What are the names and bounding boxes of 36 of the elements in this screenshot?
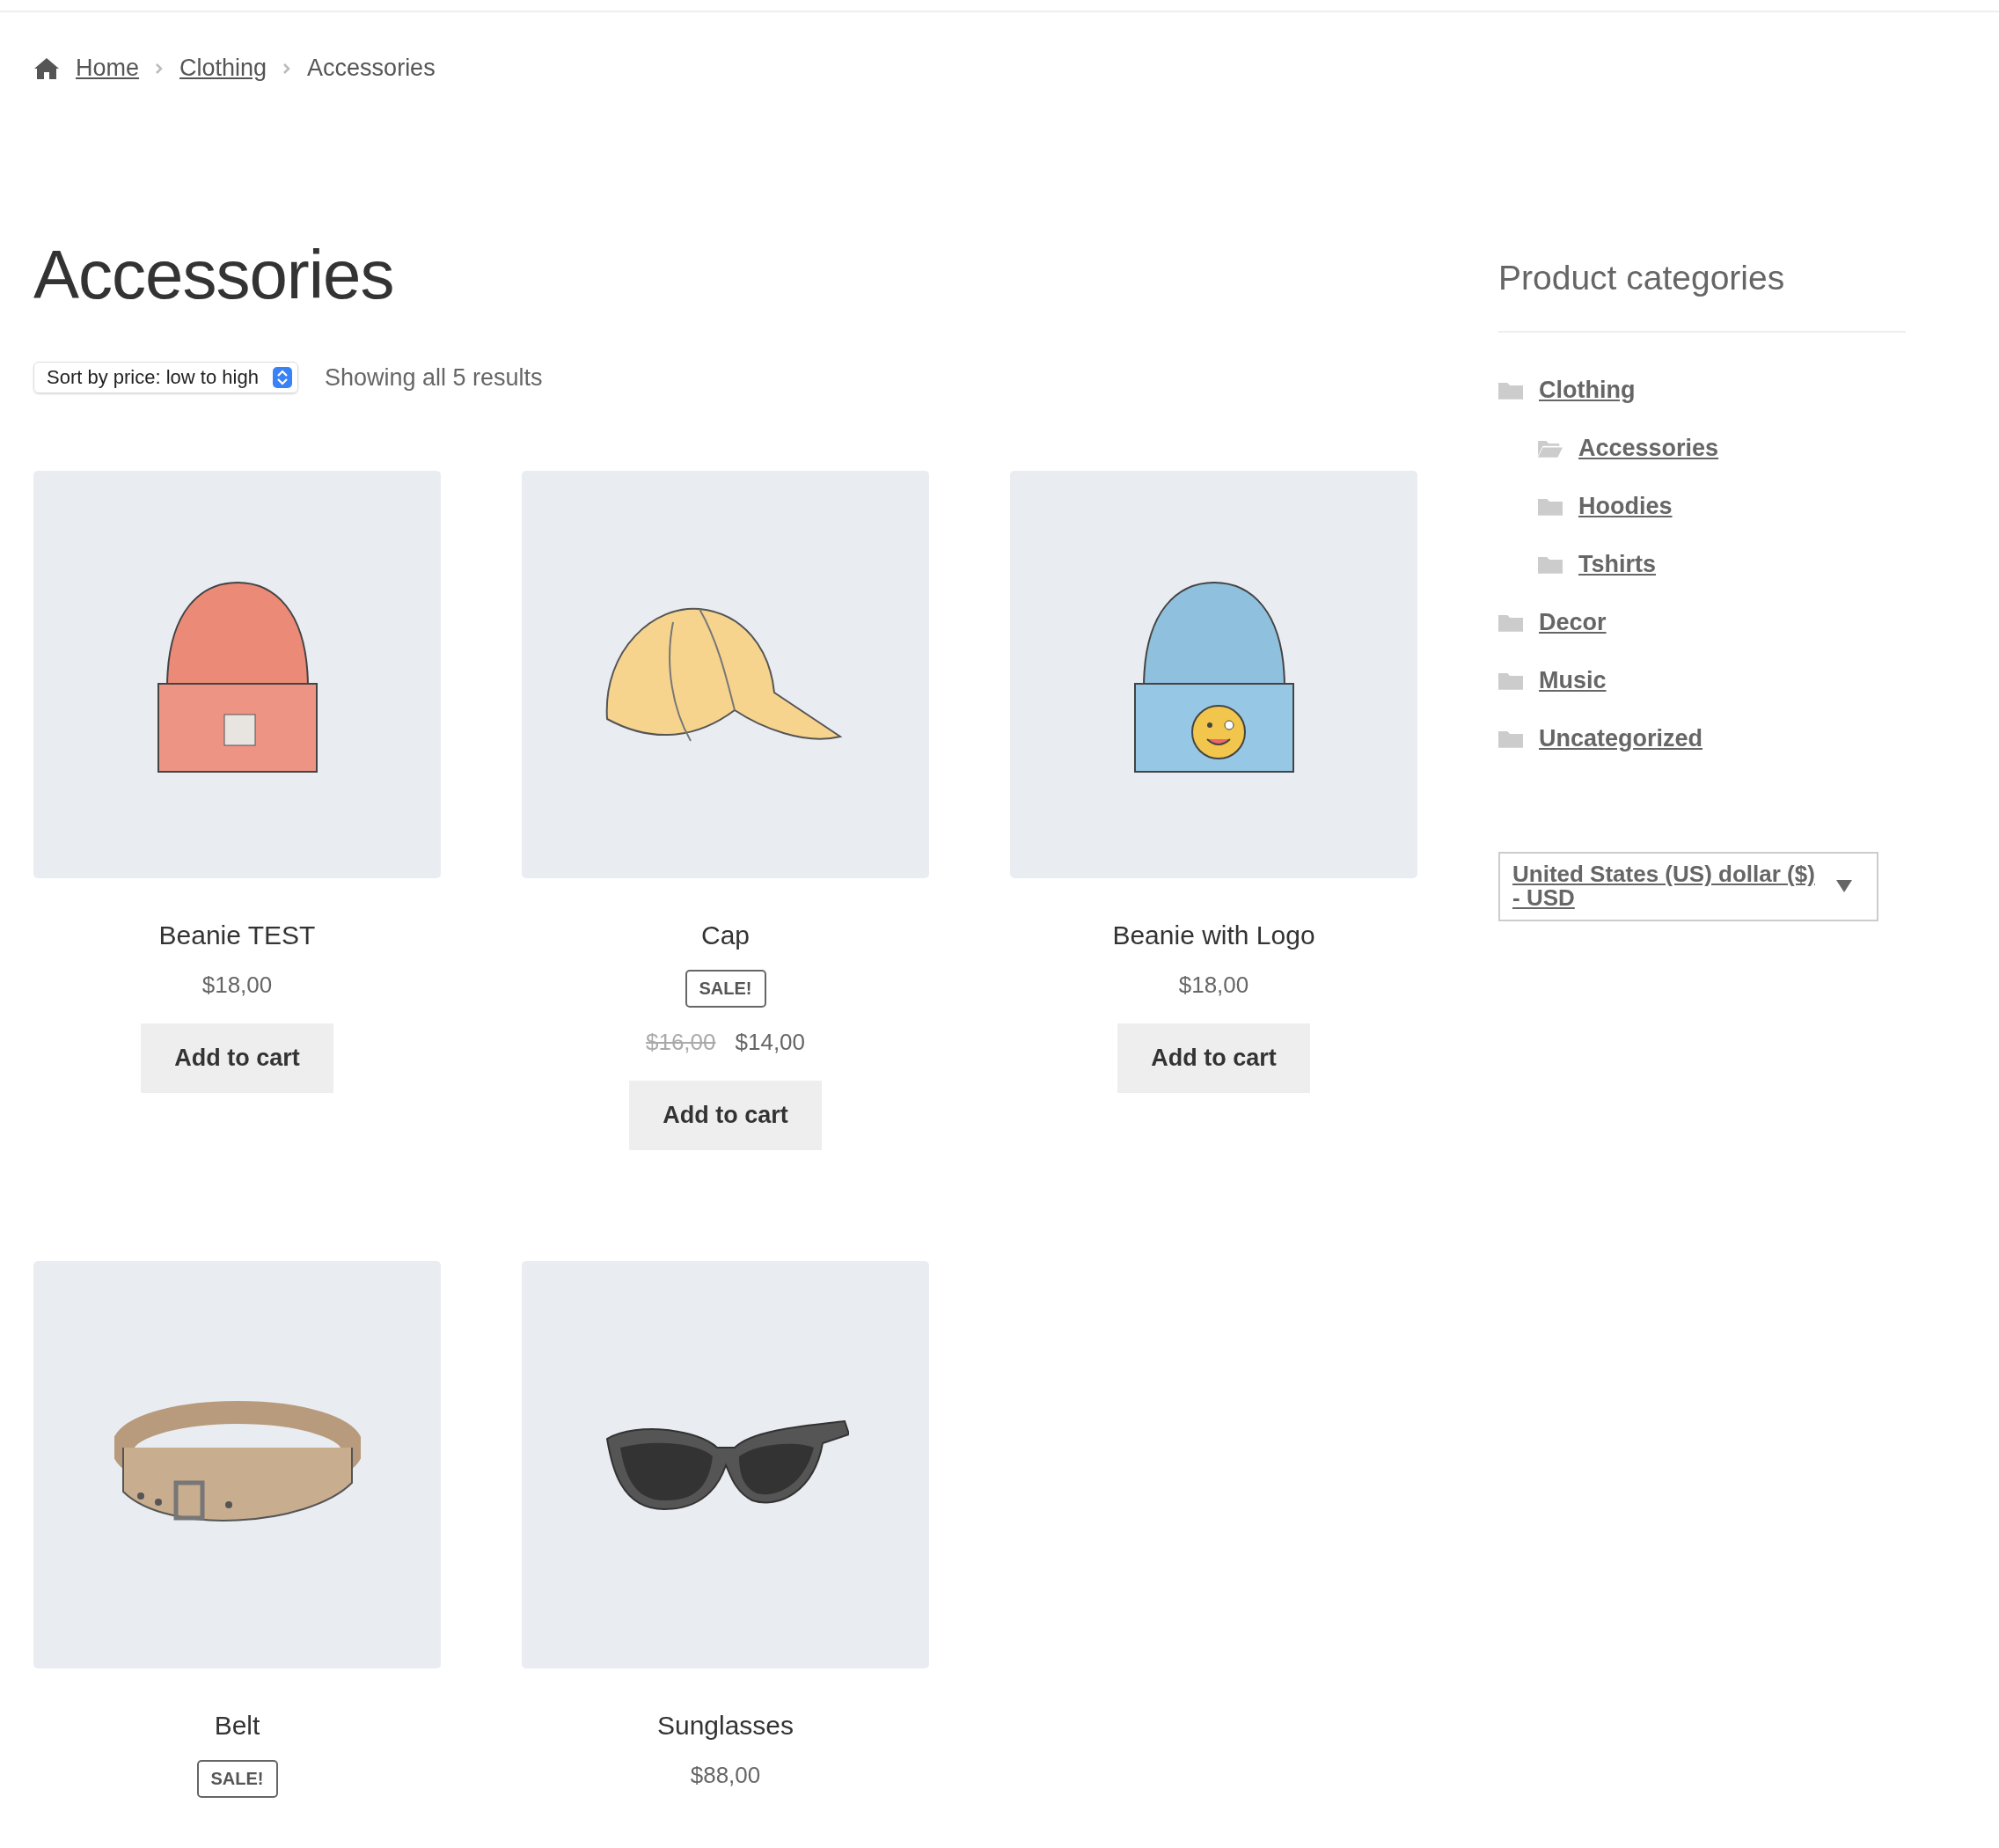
- price: $88,00: [690, 1762, 761, 1789]
- price: $18,00: [201, 972, 273, 999]
- add-to-cart-button[interactable]: Add to cart: [629, 1081, 822, 1150]
- price: $18,00: [1178, 972, 1249, 999]
- category-link[interactable]: Decor: [1539, 608, 1607, 636]
- currency-dropdown[interactable]: United States (US) dollar ($) - USD: [1498, 852, 1878, 921]
- price: $14,00: [735, 1029, 806, 1056]
- product-name[interactable]: Belt: [214, 1711, 260, 1741]
- stepper-icon: [272, 367, 292, 388]
- dropdown-arrow-icon: [1836, 880, 1852, 893]
- sale-badge: SALE!: [685, 970, 766, 1008]
- chevron-icon: [155, 62, 165, 75]
- add-to-cart-button[interactable]: Add to cart: [1117, 1023, 1310, 1093]
- product-name[interactable]: Beanie with Logo: [1112, 920, 1315, 950]
- sidebar-title: Product categories: [1498, 259, 1786, 297]
- page-title: Accessories: [33, 240, 395, 309]
- product-name[interactable]: Sunglasses: [656, 1711, 794, 1741]
- breadcrumb-link[interactable]: Home: [76, 55, 140, 82]
- home-icon: [33, 56, 60, 80]
- add-to-cart-button[interactable]: Add to cart: [141, 1023, 333, 1093]
- breadcrumb-current: Accessories: [307, 55, 436, 82]
- result-count: Showing all 5 results: [324, 363, 543, 392]
- product-name[interactable]: Beanie TEST: [158, 920, 316, 950]
- category-link[interactable]: Clothing: [1539, 376, 1636, 404]
- category-link[interactable]: Music: [1539, 666, 1607, 694]
- sale-badge: SALE!: [196, 1760, 278, 1798]
- product-name[interactable]: Cap: [700, 920, 750, 950]
- sort-dropdown[interactable]: Sort by price: low to high: [33, 362, 298, 393]
- category-link[interactable]: Tshirts: [1578, 550, 1656, 578]
- category-link[interactable]: Uncategorized: [1539, 724, 1703, 752]
- category-link[interactable]: Hoodies: [1578, 492, 1673, 520]
- category-link[interactable]: Accessories: [1578, 434, 1719, 462]
- product-image[interactable]: [522, 1261, 929, 1668]
- old-price: $16,00: [645, 1029, 716, 1056]
- breadcrumb-link[interactable]: Clothing: [179, 55, 267, 82]
- chevron-icon: [282, 62, 292, 75]
